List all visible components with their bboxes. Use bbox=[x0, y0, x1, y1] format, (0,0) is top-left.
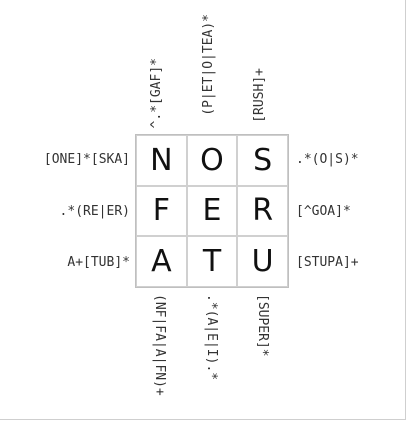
bottom-clue-col-3: [SUPER]* bbox=[255, 294, 270, 357]
top-clue-col-2: (P|ET|O|TEA)* bbox=[201, 14, 216, 116]
left-clue-row-2: .*(RE|ER) bbox=[59, 204, 130, 219]
left-clue-row-3: A+[TUB]* bbox=[67, 255, 130, 270]
grid-cell-r1c1[interactable]: N bbox=[136, 135, 187, 186]
grid-cell-r3c3[interactable]: U bbox=[237, 236, 288, 287]
grid-cell-r1c3[interactable]: S bbox=[237, 135, 288, 186]
right-clue-row-3: [STUPA]+ bbox=[296, 255, 359, 270]
grid-cell-r2c1[interactable]: F bbox=[136, 185, 187, 237]
top-clue-col-1: ^.*[GAF]* bbox=[149, 58, 164, 129]
right-clue-row-2: [^GOA]* bbox=[296, 204, 351, 219]
bottom-clue-col-1: (NF|FA|A|FN)+ bbox=[152, 294, 167, 396]
left-clue-row-1: [ONE]*[SKA] bbox=[43, 152, 130, 167]
grid-cell-r3c2[interactable]: T bbox=[186, 236, 238, 287]
bottom-clue-col-2: .*(A|E|I).* bbox=[204, 294, 219, 381]
grid-cell-r2c3[interactable]: R bbox=[237, 185, 288, 237]
grid-cell-r1c2[interactable]: O bbox=[186, 135, 238, 186]
puzzle-grid: N O S F E R A T U bbox=[135, 134, 289, 288]
top-clue-col-3: [RUSH]+ bbox=[252, 68, 267, 123]
grid-cell-r2c2[interactable]: E bbox=[186, 185, 238, 237]
right-clue-row-1: .*(O|S)* bbox=[296, 152, 359, 167]
grid-cell-r3c1[interactable]: A bbox=[136, 236, 187, 287]
